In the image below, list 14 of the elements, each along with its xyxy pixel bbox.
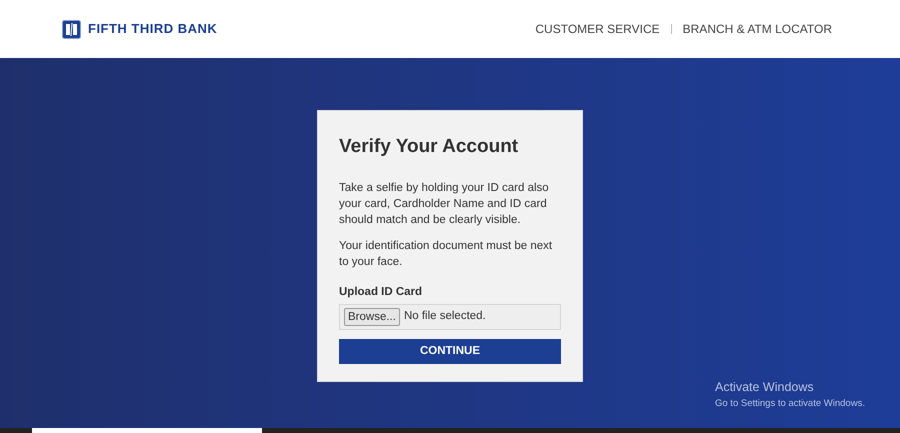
browse-button[interactable]: Browse...	[344, 308, 400, 326]
file-input[interactable]: Browse... No file selected.	[339, 304, 561, 330]
instruction-text: Take a selfie by holding your ID card also your card, Cardholder Name and ID card should match and be clearly visible.	[339, 180, 550, 228]
file-status: No file selected.	[404, 309, 486, 324]
field-label: Upload ID Card	[339, 284, 424, 300]
nav-link[interactable]: CUSTOMER SERVICE	[535, 20, 660, 38]
nav-link[interactable]: BRANCH & ATM LOCATOR	[682, 20, 832, 38]
activation-title: Activate Windows	[715, 379, 815, 396]
logo-icon	[62, 20, 81, 38]
continue-button[interactable]: CONTINUE	[339, 338, 561, 364]
instruction-text: Your identification document must be next to your face.	[339, 238, 554, 270]
activation-text: Go to Settings to activate Windows.	[715, 396, 865, 411]
card-title: Verify Your Account	[339, 135, 520, 159]
bank-name: FIFTH THIRD BANK	[88, 20, 218, 38]
